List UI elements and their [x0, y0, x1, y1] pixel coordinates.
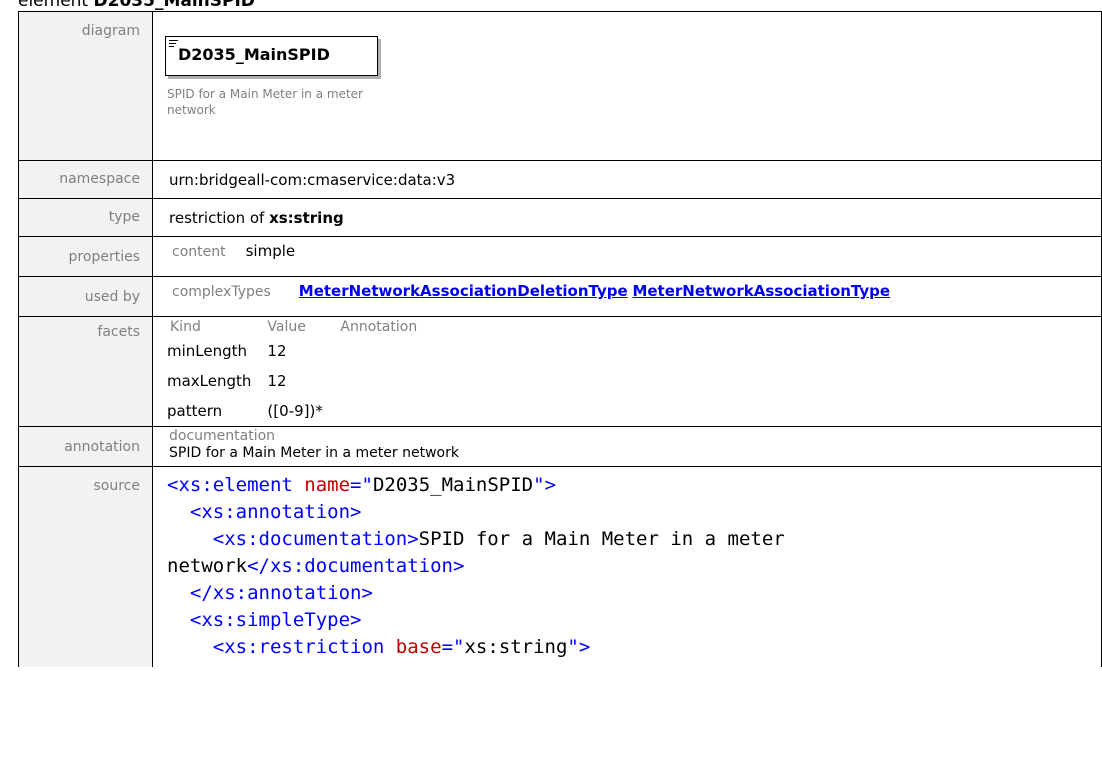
properties-key: content	[172, 244, 226, 260]
annotation-key: documentation	[169, 428, 276, 444]
properties-row: content simple	[169, 237, 1101, 269]
facet-value: 12	[267, 372, 287, 390]
link-meter-network-association-deletion-type[interactable]: MeterNetworkAssociationDeletionType	[299, 282, 628, 300]
facet-kind: minLength	[167, 342, 248, 360]
label-diagram: diagram	[81, 23, 140, 39]
code-tag: <xs:annotation>	[189, 501, 362, 523]
facets-table: Kind Value Annotation minLength 12 maxLe…	[167, 317, 417, 426]
facets-row: pattern ([0-9])*	[167, 396, 417, 426]
label-namespace-cell: namespace	[18, 160, 153, 199]
label-namespace: namespace	[59, 171, 140, 187]
label-properties-cell: properties	[18, 236, 153, 277]
label-type: type	[108, 209, 140, 225]
label-type-cell: type	[18, 198, 153, 237]
type-base: xs:string	[269, 209, 344, 227]
code-tag: </xs:documentation>	[247, 555, 465, 577]
label-used-by-cell: used by	[18, 276, 153, 317]
heading-prefix: element	[18, 0, 94, 11]
code-tag: <xs:element	[167, 474, 305, 496]
row-annotation: annotation documentation SPID for a Main…	[18, 426, 1102, 467]
used-by-row: complexTypes MeterNetworkAssociationDelet…	[169, 277, 1101, 311]
element-icon	[169, 40, 178, 49]
facet-kind: maxLength	[167, 372, 252, 390]
type-prefix: restriction of	[169, 209, 270, 227]
link-meter-network-association-type[interactable]: MeterNetworkAssociationType	[632, 282, 890, 300]
code-punct: ">	[533, 474, 556, 496]
source-code: <xs:element name="D2035_MainSPID"> <xs:a…	[167, 467, 1101, 661]
code-attribute-value: xs:string	[464, 636, 568, 658]
facets-header-row: Kind Value Annotation	[167, 317, 417, 336]
label-annotation: annotation	[64, 439, 140, 455]
label-source: source	[93, 478, 141, 494]
facets-header-kind: Kind	[170, 319, 201, 335]
facets-row: minLength 12	[167, 336, 417, 366]
code-punct: ="	[350, 474, 373, 496]
type-cell: restriction of xs:string	[152, 198, 1102, 237]
row-used-by: used by complexTypes MeterNetworkAssociat…	[18, 276, 1102, 317]
diagram-element-name: D2035_MainSPID	[178, 45, 330, 64]
code-punct: ">	[567, 636, 591, 658]
used-by-cell: complexTypes MeterNetworkAssociationDelet…	[152, 276, 1102, 317]
element-documentation-table: diagram D2035_MainSPID SPID for a Main M…	[18, 11, 1102, 667]
code-tag: <xs:restriction	[212, 636, 396, 658]
facet-annotation	[340, 336, 417, 366]
row-type: type restriction of xs:string	[18, 198, 1102, 237]
diagram-cell: D2035_MainSPID SPID for a Main Meter in …	[152, 11, 1102, 161]
code-tag: <xs:simpleType>	[189, 609, 362, 631]
code-tag: <xs:documentation>	[212, 528, 419, 550]
diagram: D2035_MainSPID SPID for a Main Meter in …	[153, 12, 1101, 160]
properties-cell: content simple	[152, 236, 1102, 277]
annotation-block: documentation SPID for a Main Meter in a…	[169, 427, 1101, 465]
annotation-cell: documentation SPID for a Main Meter in a…	[152, 426, 1102, 467]
properties-value: simple	[245, 242, 296, 260]
facets-cell: Kind Value Annotation minLength 12 maxLe…	[152, 316, 1102, 427]
code-attribute: name	[304, 474, 351, 496]
page-heading: element D2035_MainSPID	[18, 0, 255, 11]
code-text: network	[167, 555, 248, 577]
row-diagram: diagram D2035_MainSPID SPID for a Main M…	[18, 11, 1102, 161]
facet-value: 12	[267, 342, 287, 360]
facet-kind: pattern	[167, 402, 223, 420]
label-diagram-cell: diagram	[18, 11, 153, 161]
facets-header-annotation: Annotation	[340, 319, 418, 335]
label-source-cell: source	[18, 466, 153, 667]
code-text: SPID for a Main Meter in a meter	[418, 528, 785, 550]
row-source: source <xs:element name="D2035_MainSPID"…	[18, 466, 1102, 667]
diagram-documentation: SPID for a Main Meter in a meter network	[167, 87, 363, 117]
heading-element-name: D2035_MainSPID	[93, 0, 255, 11]
used-by-key: complexTypes	[172, 284, 271, 300]
namespace-value: urn:bridgeall-com:cmaservice:data:v3	[169, 171, 456, 189]
row-facets: facets Kind Value Annotation minLength 1…	[18, 316, 1102, 427]
type-value: restriction of xs:string	[169, 199, 1101, 236]
facet-annotation	[340, 366, 417, 396]
facets-row: maxLength 12	[167, 366, 417, 396]
label-annotation-cell: annotation	[18, 426, 153, 467]
code-tag: </xs:annotation>	[189, 582, 373, 604]
label-properties: properties	[68, 249, 140, 265]
facets-header-value: Value	[267, 319, 306, 335]
label-facets-cell: facets	[18, 316, 153, 427]
facet-value: ([0-9])*	[267, 402, 323, 420]
row-namespace: namespace urn:bridgeall-com:cmaservice:d…	[18, 160, 1102, 199]
code-attribute: base	[395, 636, 442, 658]
label-used-by: used by	[84, 289, 140, 305]
facet-annotation	[340, 396, 417, 426]
code-punct: ="	[441, 636, 465, 658]
code-attribute-value: D2035_MainSPID	[372, 474, 534, 496]
source-cell: <xs:element name="D2035_MainSPID"> <xs:a…	[152, 466, 1102, 667]
diagram-element-box[interactable]: D2035_MainSPID	[165, 36, 378, 76]
namespace-cell: urn:bridgeall-com:cmaservice:data:v3	[152, 160, 1102, 199]
label-facets: facets	[97, 324, 140, 340]
row-properties: properties content simple	[18, 236, 1102, 277]
annotation-text: SPID for a Main Meter in a meter network	[169, 445, 459, 461]
